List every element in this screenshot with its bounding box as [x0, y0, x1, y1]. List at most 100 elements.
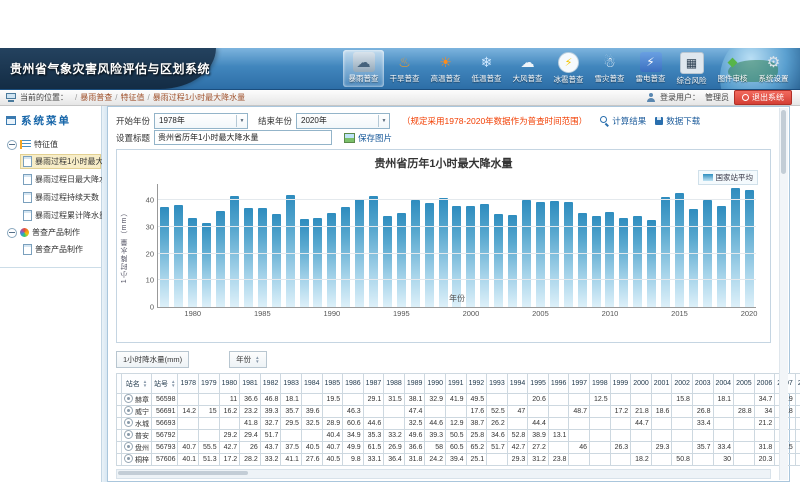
year-column-header[interactable]: 2001 [651, 374, 672, 394]
year-column-header[interactable]: 1994 [507, 374, 528, 394]
year-column-header[interactable]: 1981 [240, 374, 261, 394]
hail-icon: ⚡ [558, 52, 579, 73]
vertical-scrollbar-thumb[interactable] [781, 110, 786, 174]
nav-item-8[interactable]: ⚡雷电普查 [630, 50, 671, 87]
year-column-header[interactable]: 2008 [795, 374, 800, 394]
breadcrumb-link[interactable]: 特征值 [120, 93, 144, 102]
sidebar-item-1-1[interactable]: 暴雨过程1小时最大降水量 [20, 154, 101, 169]
row-expander-icon[interactable] [124, 430, 133, 439]
year-sort-box[interactable]: 年份 ▲▼ [229, 351, 266, 368]
tree-toggle-icon[interactable] [7, 140, 17, 150]
breadcrumb-separator: / [115, 93, 117, 102]
row-expander-icon[interactable] [124, 406, 133, 415]
station-id-header[interactable]: 站号▲▼ [152, 374, 178, 394]
tree-toggle-icon[interactable] [7, 228, 17, 238]
year-column-header[interactable]: 1988 [384, 374, 405, 394]
value-cell [651, 394, 672, 406]
x-tick-label: 2015 [671, 309, 688, 318]
year-column-header[interactable]: 1984 [301, 374, 322, 394]
year-column-header[interactable]: 2006 [754, 374, 775, 394]
year-column-header[interactable]: 1993 [487, 374, 508, 394]
breadcrumb-link[interactable]: 暴雨普查 [80, 93, 112, 102]
gridline [158, 226, 756, 227]
year-column-header[interactable]: 1987 [363, 374, 384, 394]
row-expander-icon[interactable] [124, 454, 133, 463]
horizontal-scrollbar[interactable] [116, 469, 771, 479]
year-column-header[interactable]: 2003 [692, 374, 713, 394]
station-name-cell: 赫章 [122, 394, 152, 406]
tree-group-1[interactable]: 特征值 [7, 139, 101, 150]
station-name-cell: 普安 [122, 430, 152, 442]
sidebar-item-1-2[interactable]: 暴雨过程日最大降水量 [20, 172, 101, 187]
year-column-header[interactable]: 1986 [343, 374, 364, 394]
year-column-header[interactable]: 1985 [322, 374, 343, 394]
vertical-scrollbar[interactable] [779, 108, 788, 480]
year-column-header[interactable]: 1999 [610, 374, 631, 394]
value-cell: 46 [569, 442, 590, 454]
nav-item-4[interactable]: ❄低温普查 [466, 50, 507, 87]
nav-item-6[interactable]: ⚡冰雹普查 [548, 50, 589, 87]
nav-item-2[interactable]: ♨干旱普查 [384, 50, 425, 87]
year-column-header[interactable]: 1982 [260, 374, 281, 394]
year-column-header[interactable]: 1998 [590, 374, 611, 394]
nav-item-7[interactable]: ☃雪灾普查 [589, 50, 630, 87]
year-column-header[interactable]: 1992 [466, 374, 487, 394]
station-name-header[interactable]: 站名▲▼ [122, 374, 152, 394]
year-column-header[interactable]: 1995 [528, 374, 549, 394]
row-expander-icon[interactable] [124, 394, 133, 403]
bar-1991 [341, 207, 350, 307]
tree-group-2[interactable]: 普查产品制作 [7, 227, 101, 238]
sidebar-item-2-1[interactable]: 普查产品制作 [20, 242, 101, 257]
bar-2001 [480, 204, 489, 307]
value-cell [672, 430, 693, 442]
logout-button[interactable]: 退出系统 [734, 90, 792, 105]
sidebar-item-1-4[interactable]: 暴雨过程累计降水量 [20, 208, 101, 223]
year-column-header[interactable]: 2004 [713, 374, 734, 394]
horizontal-scrollbar-thumb[interactable] [118, 471, 248, 475]
value-cell: 26.8 [692, 406, 713, 418]
year-column-header[interactable]: 1983 [281, 374, 302, 394]
year-column-header[interactable]: 1989 [404, 374, 425, 394]
save-image-label: 保存图片 [358, 132, 392, 144]
year-column-header[interactable]: 1997 [569, 374, 590, 394]
start-year-select[interactable]: 1978年 ▼ [154, 113, 248, 129]
year-column-header[interactable]: 2002 [672, 374, 693, 394]
unit-label-box[interactable]: 1小时降水量(mm) [116, 351, 189, 368]
nav-item-5[interactable]: ☁大风普查 [507, 50, 548, 87]
year-column-header[interactable]: 1991 [445, 374, 466, 394]
bar-series [158, 184, 756, 307]
chevron-down-icon[interactable]: ▼ [378, 115, 389, 127]
data-download-button[interactable]: 数据下载 [655, 115, 700, 127]
sidebar-item-1-3[interactable]: 暴雨过程持续天数 [20, 190, 101, 205]
breadcrumb-link[interactable]: 暴雨过程1小时最大降水量 [153, 93, 245, 102]
value-cell [548, 406, 569, 418]
nav-item-3[interactable]: ☀高温普查 [425, 50, 466, 87]
calc-result-button[interactable]: 计算结果 [600, 115, 646, 127]
end-year-select[interactable]: 2020年 ▼ [296, 113, 390, 129]
value-cell: 40.5 [301, 442, 322, 454]
value-cell: 29.2 [219, 430, 240, 442]
row-expander-icon[interactable] [124, 418, 133, 427]
main-nav: ☁暴雨普查♨干旱普查☀高温普查❄低温普查☁大风普查⚡冰雹普查☃雪灾普查⚡雷电普查… [343, 50, 794, 87]
year-column-header[interactable]: 1980 [219, 374, 240, 394]
value-cell: 41.9 [445, 394, 466, 406]
value-cell [569, 430, 590, 442]
x-tick-label: 1980 [184, 309, 201, 318]
save-image-button[interactable]: 保存图片 [344, 132, 392, 144]
year-column-header[interactable]: 1978 [178, 374, 199, 394]
value-cell: 33.4 [692, 418, 713, 430]
year-column-header[interactable]: 1996 [548, 374, 569, 394]
row-expander-icon[interactable] [124, 442, 133, 451]
nav-item-11[interactable]: ⚙系统设置 [753, 50, 794, 87]
value-cell: 31.2 [528, 454, 549, 466]
chevron-down-icon[interactable]: ▼ [236, 115, 247, 127]
nav-item-1[interactable]: ☁暴雨普查 [343, 50, 384, 87]
year-column-header[interactable]: 2000 [631, 374, 652, 394]
value-cell [425, 406, 446, 418]
chart-title-input[interactable]: 贵州省历年1小时最大降水量 [154, 130, 332, 145]
year-column-header[interactable]: 1990 [425, 374, 446, 394]
year-column-header[interactable]: 2005 [734, 374, 755, 394]
year-column-header[interactable]: 1979 [199, 374, 220, 394]
nav-item-9[interactable]: ▦综合风险 [671, 50, 712, 87]
nav-item-10[interactable]: ◆图件审核 [712, 50, 753, 87]
